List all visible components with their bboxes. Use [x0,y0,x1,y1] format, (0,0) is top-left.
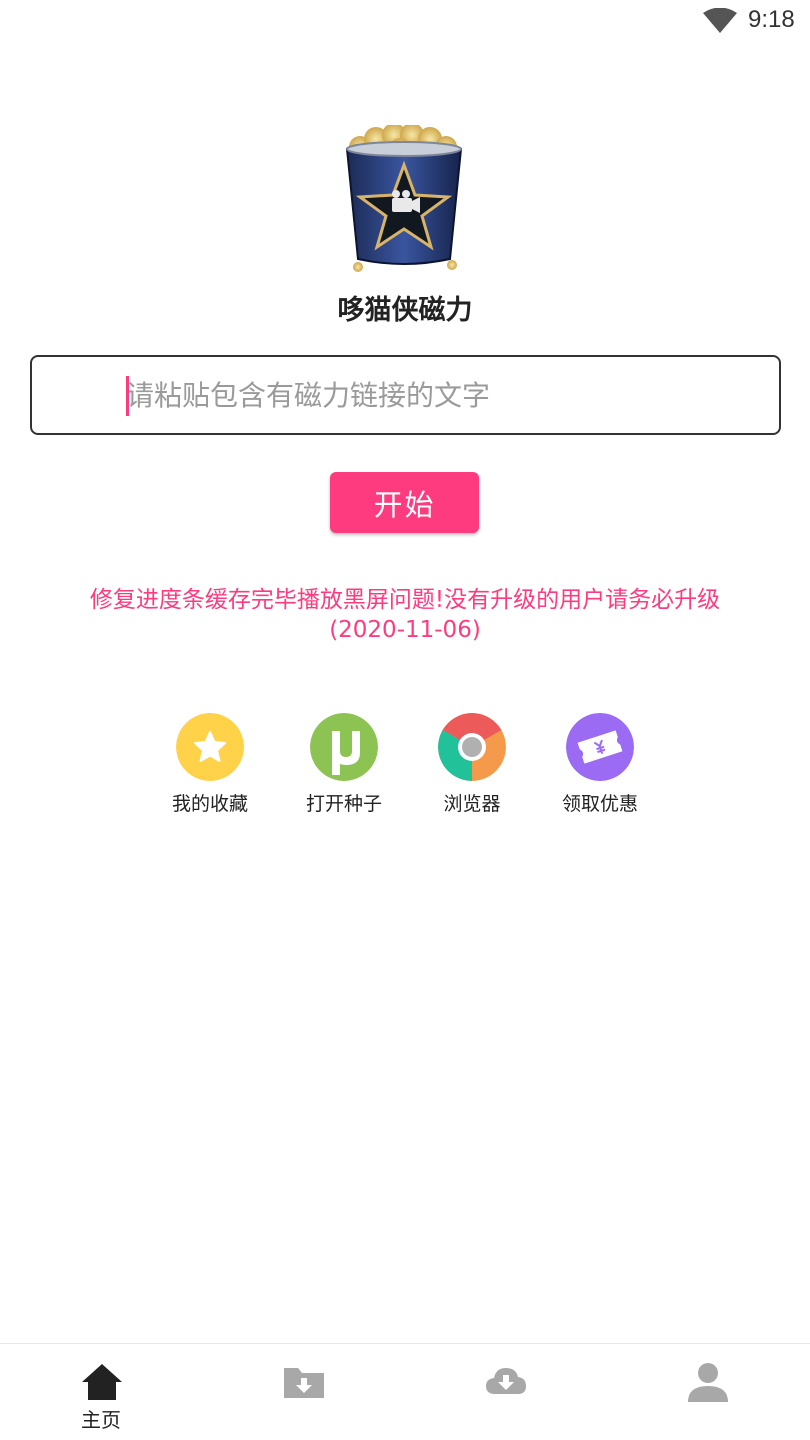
shortcut-label: 浏览器 [443,793,501,815]
download-folder-icon [284,1368,324,1398]
utorrent-icon [310,713,378,781]
app-title: 哆猫侠磁力 [337,295,473,326]
bottom-navigation: 主页 [0,1343,810,1440]
nav-downloads-folder[interactable] [202,1344,404,1440]
wifi-icon [703,8,737,33]
shortcut-label: 我的收藏 [171,793,248,815]
status-time: 9:18 [748,6,795,33]
shortcut-label: 打开种子 [305,793,382,815]
shortcut-label: 领取优惠 [561,793,638,815]
shortcut-browser[interactable]: 浏览器 [407,713,537,823]
notice-date: (2020-11-06) [329,617,481,643]
user-icon [688,1363,728,1402]
star-icon [176,713,244,781]
magnet-input-box[interactable] [30,355,781,435]
text-cursor [126,376,129,416]
start-button[interactable]: 开始 [330,472,479,533]
notice-message: 修复进度条缓存完毕播放黑屏问题!没有升级的用户请务必升级 [89,587,721,613]
nav-home-label: 主页 [81,1408,121,1432]
nav-profile[interactable] [606,1344,808,1440]
shortcut-get-coupon[interactable]: 领取优惠 [535,713,665,823]
chrome-icon [438,713,506,781]
magnet-link-input[interactable] [126,357,766,433]
update-notice: 修复进度条缓存完毕播放黑屏问题!没有升级的用户请务必升级 (2020-11-06… [40,585,770,645]
nav-home[interactable]: 主页 [0,1344,202,1440]
coupon-icon [566,713,634,781]
shortcut-open-torrent[interactable]: 打开种子 [279,713,409,823]
status-bar: 9:18 [0,0,810,44]
cloud-download-icon [486,1368,526,1394]
popcorn-logo-icon [345,125,463,272]
shortcut-my-favorites[interactable]: 我的收藏 [145,713,275,823]
nav-cloud-download[interactable] [404,1344,606,1440]
home-icon [82,1364,122,1400]
